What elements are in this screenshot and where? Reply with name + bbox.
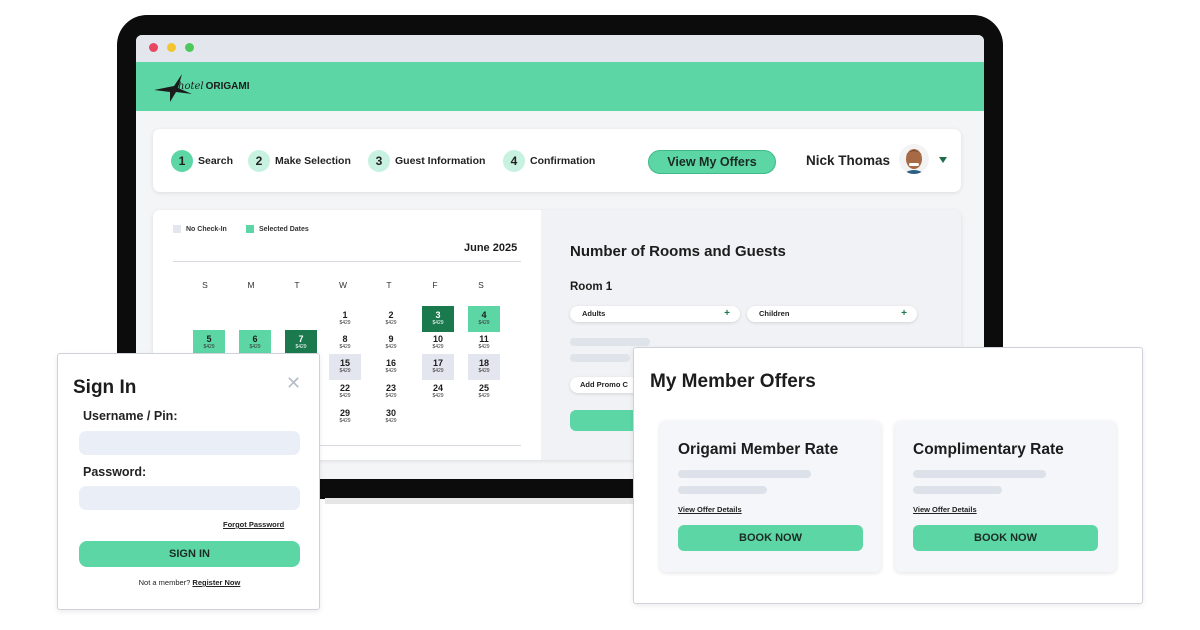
calendar-day[interactable]: 8 $429 (329, 330, 361, 356)
placeholder-bar (678, 486, 767, 494)
calendar-day[interactable]: 24 $429 (422, 379, 454, 405)
username-input[interactable] (79, 431, 300, 455)
password-label: Password: (83, 465, 147, 479)
user-name[interactable]: Nick Thomas (806, 153, 890, 168)
plus-icon[interactable]: + (901, 306, 907, 322)
step-number: 3 (368, 150, 390, 172)
room-label: Room 1 (570, 281, 613, 293)
member-offers-title: My Member Offers (650, 371, 816, 392)
avatar-face-icon (903, 149, 925, 174)
close-window-dot[interactable] (149, 43, 158, 52)
step-number: 4 (503, 150, 525, 172)
children-label: Children (759, 309, 790, 318)
window-titlebar (136, 35, 984, 62)
weekday-header: S (202, 280, 208, 290)
step-label: Confirmation (530, 155, 596, 167)
legend-label: Selected Dates (259, 225, 309, 233)
rooms-guests-title: Number of Rooms and Guests (570, 243, 786, 260)
calendar-day[interactable]: 1 $429 (329, 306, 361, 332)
legend-swatch-gray (173, 225, 181, 233)
adults-label: Adults (582, 309, 606, 318)
legend-no-checkin: No Check-In (173, 225, 227, 233)
booking-stepper: 1 Search 2 Make Selection 3 Guest Inform… (153, 129, 961, 192)
weekday-header: S (478, 280, 484, 290)
plus-icon[interactable]: + (724, 306, 730, 322)
offer-name: Complimentary Rate (913, 441, 1064, 458)
calendar-day[interactable]: 11 $429 (468, 330, 500, 356)
step-number: 2 (248, 150, 270, 172)
weekday-header: T (386, 280, 392, 290)
view-my-offers-button[interactable]: View My Offers (648, 150, 776, 174)
placeholder-bar (913, 470, 1046, 478)
forgot-password-link[interactable]: Forgot Password (223, 520, 284, 529)
step-label: Search (198, 155, 234, 167)
step-search[interactable]: 1 Search (171, 150, 233, 172)
sign-in-panel: Sign In ✕ Username / Pin: Password: Forg… (57, 353, 320, 610)
hotel-origami-logo[interactable]: hotel ORIGAMI (152, 72, 252, 102)
weekday-header: M (247, 280, 255, 290)
username-label: Username / Pin: (83, 409, 178, 423)
view-offer-details-link[interactable]: View Offer Details (678, 505, 742, 514)
adults-stepper[interactable]: Adults + (570, 306, 740, 322)
calendar-day[interactable]: 29 $429 (329, 404, 361, 430)
book-now-button[interactable]: BOOK NOW (678, 525, 863, 551)
site-header: hotel ORIGAMI (136, 62, 984, 111)
calendar-day[interactable]: 30 $429 (375, 404, 407, 430)
legend-selected-dates: Selected Dates (246, 225, 309, 233)
step-make-selection[interactable]: 2 Make Selection (248, 150, 351, 172)
placeholder-bar (570, 338, 650, 346)
step-guest-information[interactable]: 3 Guest Information (368, 150, 485, 172)
book-now-button[interactable]: BOOK NOW (913, 525, 1098, 551)
member-offers-panel: My Member Offers Origami Member Rate Vie… (633, 347, 1143, 604)
weekday-header: T (294, 280, 300, 290)
logo-wordmark: hotel ORIGAMI (178, 81, 250, 92)
offer-card: Origami Member Rate View Offer Details B… (660, 421, 881, 572)
close-icon[interactable]: ✕ (286, 373, 301, 394)
calendar-divider (173, 261, 521, 262)
calendar-day[interactable]: 23 $429 (375, 379, 407, 405)
step-confirmation[interactable]: 4 Confirmation (503, 150, 595, 172)
calendar-month: June 2025 (464, 242, 518, 254)
legend-label: No Check-In (186, 225, 227, 233)
calendar-day[interactable]: 16 $429 (375, 354, 407, 380)
calendar-day[interactable]: 9 $429 (375, 330, 407, 356)
weekday-header: W (338, 280, 348, 290)
offer-card: Complimentary Rate View Offer Details BO… (895, 421, 1116, 572)
offer-name: Origami Member Rate (678, 441, 839, 458)
step-number: 1 (171, 150, 193, 172)
placeholder-bar (570, 354, 630, 362)
chevron-down-icon[interactable] (939, 157, 947, 163)
register-prompt: Not a member? Register Now (58, 578, 321, 587)
password-input[interactable] (79, 486, 300, 510)
placeholder-bar (913, 486, 1002, 494)
calendar-day-no-checkin[interactable]: 15 $429 (329, 354, 361, 380)
calendar-day-no-checkin[interactable]: 17 $429 (422, 354, 454, 380)
view-offer-details-link[interactable]: View Offer Details (913, 505, 977, 514)
register-now-link[interactable]: Register Now (192, 578, 240, 587)
calendar-day-no-checkin[interactable]: 18 $429 (468, 354, 500, 380)
sign-in-title: Sign In (73, 377, 137, 398)
step-label: Make Selection (275, 155, 351, 167)
step-label: Guest Information (395, 155, 486, 167)
legend-swatch-green (246, 225, 254, 233)
sign-in-button[interactable]: SIGN IN (79, 541, 300, 567)
not-member-text: Not a member? (138, 578, 191, 587)
calendar-day[interactable]: 10 $429 (422, 330, 454, 356)
weekday-header: F (432, 280, 438, 290)
calendar-day-selected[interactable]: 4 $429 (468, 306, 500, 332)
children-stepper[interactable]: Children + (747, 306, 917, 322)
user-avatar[interactable] (899, 144, 929, 174)
calendar-day-checkin[interactable]: 3 $429 (422, 306, 454, 332)
calendar-day[interactable]: 22 $429 (329, 379, 361, 405)
maximize-window-dot[interactable] (185, 43, 194, 52)
calendar-day[interactable]: 25 $429 (468, 379, 500, 405)
placeholder-bar (678, 470, 811, 478)
calendar-day[interactable]: 2 $429 (375, 306, 407, 332)
minimize-window-dot[interactable] (167, 43, 176, 52)
